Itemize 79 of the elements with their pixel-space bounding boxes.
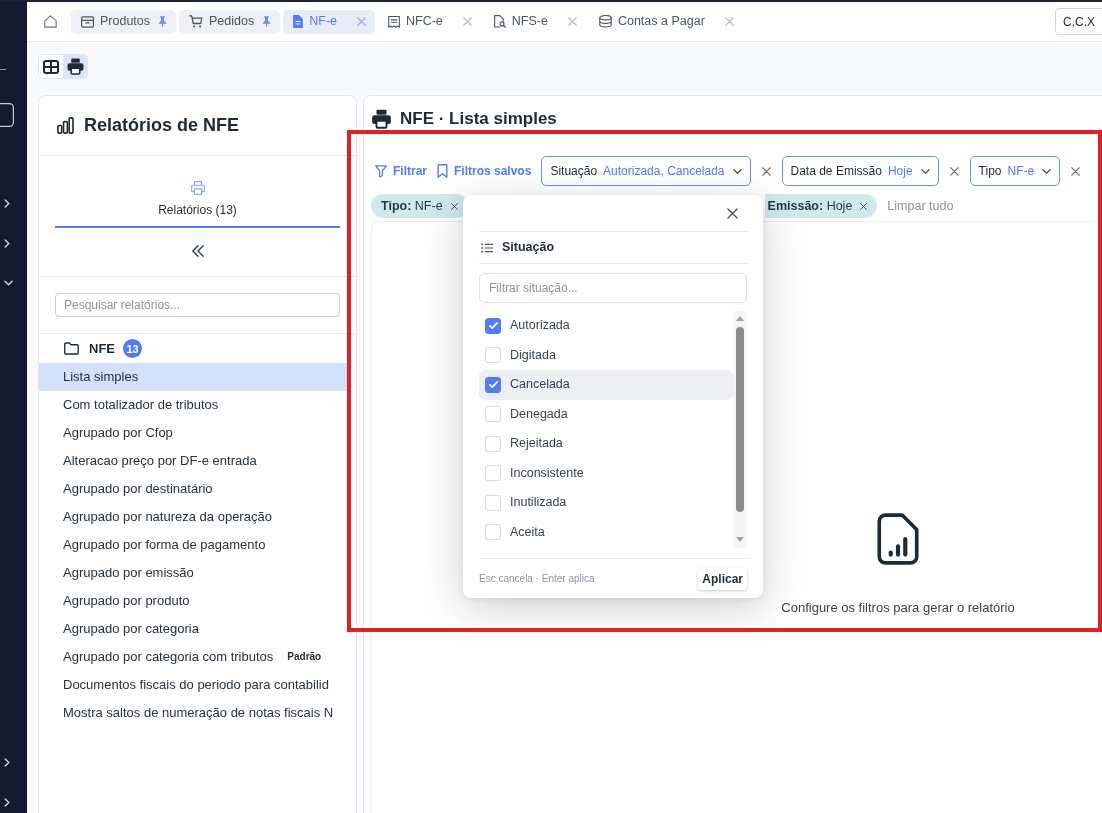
cart-icon — [189, 15, 204, 28]
pin-icon[interactable] — [158, 16, 168, 27]
document-search-icon — [493, 15, 506, 28]
popup-title: Situação — [502, 239, 555, 257]
chip-text: Emissão: Hoje — [767, 197, 853, 215]
home-icon[interactable] — [44, 15, 57, 28]
filter-dropdown[interactable]: Data de Emissão Hoje — [781, 156, 939, 186]
coins-icon — [598, 15, 612, 28]
option-row[interactable]: Cancelada — [479, 370, 733, 400]
close-icon[interactable] — [761, 166, 771, 176]
report-item[interactable]: Agrupado por destinatário — [39, 474, 351, 503]
box-icon — [81, 15, 94, 28]
tab[interactable]: Relatórios (13) — [55, 181, 340, 228]
saved-filters-button[interactable]: Filtros salvos — [437, 162, 532, 180]
report-item[interactable]: Agrupado por categoria com tributos Padrão — [39, 642, 351, 671]
search-field[interactable]: Pesquisar relatórios... — [55, 293, 340, 317]
chevron-down-icon[interactable] — [4, 280, 13, 286]
report-item[interactable]: Documentos fiscais do periodo para contabilid — [39, 670, 351, 699]
tab[interactable]: Pedidos — [179, 9, 281, 34]
report-item[interactable]: Agrupado por Cfop — [39, 418, 351, 447]
filter-dropdown[interactable]: Tipo NF-e — [969, 156, 1061, 186]
tab[interactable]: Contas a Pagar — [588, 9, 743, 34]
chevron-right-icon[interactable] — [4, 198, 10, 208]
receipt-icon — [388, 15, 400, 28]
panel-title: Relatórios de NFE — [84, 114, 240, 137]
tab[interactable]: Produtos — [71, 9, 177, 34]
bookmark-icon — [437, 164, 448, 178]
printer-icon — [190, 181, 205, 195]
report-item[interactable]: Com totalizador de tributos — [39, 390, 351, 419]
close-icon[interactable] — [450, 202, 458, 210]
close-icon[interactable] — [860, 202, 868, 210]
scrollbar[interactable] — [733, 311, 747, 548]
printer-icon — [66, 58, 84, 75]
search-field[interactable]: Filtrar situação... — [479, 273, 747, 303]
filter-button[interactable]: Filtrar — [375, 162, 427, 180]
report-item[interactable]: Alteracao preço por DF-e entrada — [39, 446, 351, 475]
folder-icon — [64, 342, 79, 356]
filter-dropdown[interactable]: Situação Autorizada, Cancelada — [541, 156, 751, 186]
checkbox[interactable] — [485, 317, 501, 334]
report-item[interactable]: Agrupado por forma de pagamento — [39, 530, 351, 559]
check-icon — [488, 322, 498, 330]
bar-chart-icon — [57, 117, 74, 134]
printer-icon — [371, 108, 392, 129]
hint-text: Esc cancela · Enter aplica — [479, 572, 595, 586]
funnel-icon — [375, 164, 387, 178]
list-icon — [481, 242, 493, 253]
report-item[interactable]: Agrupado por produto — [39, 586, 351, 615]
count-badge: 13 — [123, 339, 142, 359]
rounded-box-icon[interactable] — [0, 103, 14, 127]
pin-icon[interactable] — [262, 16, 272, 27]
report-item[interactable]: Mostra saltos de numeração de notas fiscais N — [39, 698, 351, 727]
chevron-right-icon[interactable] — [4, 797, 10, 807]
table-icon — [43, 59, 59, 74]
close-icon[interactable] — [949, 166, 959, 176]
tab[interactable]: NFS-e — [483, 9, 586, 34]
account-button[interactable]: C.C.X — [1055, 8, 1102, 35]
file-chart-icon — [877, 513, 919, 565]
view-toggle-button[interactable] — [63, 55, 87, 78]
report-item[interactable]: Agrupado por emissão — [39, 558, 351, 587]
chevron-right-icon[interactable] — [4, 757, 10, 767]
chip-text: Tipo: NF-e — [381, 197, 443, 215]
report-item[interactable]: Agrupado por natureza da operação — [39, 502, 351, 531]
report-title: NFE · Lista simples — [400, 107, 557, 130]
document-icon — [293, 15, 304, 28]
caret-down-icon — [732, 168, 742, 174]
apply-button[interactable]: Aplicar — [698, 567, 747, 590]
tab[interactable]: NFC-e — [378, 9, 481, 34]
check-icon — [488, 381, 498, 389]
close-icon[interactable] — [1071, 166, 1081, 176]
folder-label[interactable]: NFE — [89, 339, 115, 359]
chevron-right-icon[interactable] — [4, 238, 10, 248]
checkbox[interactable] — [485, 376, 501, 393]
default-label: Padrão — [287, 650, 322, 662]
caret-down-icon — [1042, 168, 1052, 174]
report-item[interactable]: Agrupado por categoria — [39, 614, 351, 643]
caret-down-icon — [920, 168, 930, 174]
empty-state-message: Configure os filtros para gerar o relatório — [781, 599, 1015, 617]
close-icon[interactable] — [727, 207, 738, 219]
double-chevron-left-icon[interactable] — [191, 245, 204, 257]
